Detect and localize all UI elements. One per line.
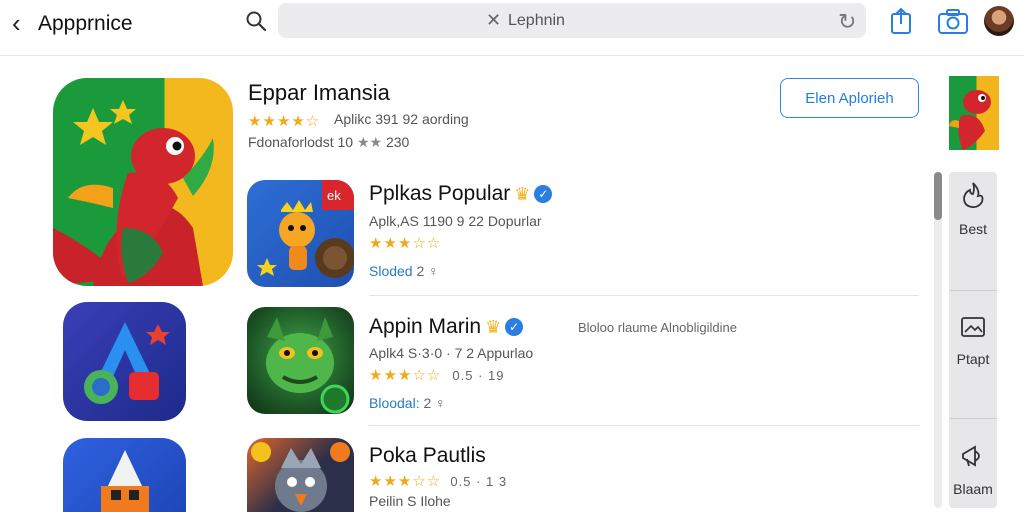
app-rating-stars: ★★★☆☆ 0.5 · 1 3 bbox=[369, 472, 507, 490]
featured-app-icon[interactable] bbox=[53, 78, 233, 286]
side-item-label: Best bbox=[958, 221, 987, 237]
app-subtitle: Peilin S Ilohe bbox=[369, 493, 451, 509]
featured-subtitle: Aplikc 391 92 aording bbox=[334, 111, 469, 127]
side-thumbnail[interactable] bbox=[949, 76, 999, 150]
side-item-blaam[interactable]: Blaam bbox=[949, 442, 997, 497]
divider bbox=[369, 425, 919, 426]
app-subtitle: Aplk4 S·3·0 · 7 2 Appurlao bbox=[369, 345, 534, 361]
left-app-icon-1[interactable] bbox=[63, 302, 186, 421]
app-link-meta: 2 ♀ bbox=[416, 263, 439, 279]
back-chevron-icon[interactable]: ‹ bbox=[12, 8, 21, 39]
crown-icon: ♛ bbox=[485, 317, 502, 337]
side-item-label: Blaam bbox=[953, 481, 993, 497]
search-value: Lephnin bbox=[508, 12, 565, 29]
app-link[interactable]: Bloodal: 2 ♀ bbox=[369, 395, 446, 411]
app-title: Appin Marin ♛ ✓ bbox=[369, 315, 524, 339]
divider bbox=[949, 418, 997, 419]
app-subtitle: Aplk,AS 1190 9 22 Dopurlar bbox=[369, 213, 542, 229]
app-rating-stars-text: ★★★☆☆ bbox=[369, 367, 442, 384]
image-icon bbox=[961, 317, 985, 337]
app-icon-3 bbox=[247, 438, 354, 512]
scrollbar-thumb[interactable] bbox=[934, 172, 942, 220]
app-title-text: Pplkas Popular bbox=[369, 182, 511, 205]
avatar[interactable] bbox=[984, 6, 1014, 36]
app-title-text: Appin Marin bbox=[369, 315, 482, 338]
left-app-icon-2[interactable] bbox=[63, 438, 186, 512]
app-rating-count: 0.5 · 19 bbox=[452, 368, 505, 383]
app-link-label: Bloodal: bbox=[369, 395, 420, 411]
divider bbox=[369, 295, 919, 296]
featured-meta-prefix: Fdonaforlodst 10 bbox=[248, 134, 354, 150]
back-label[interactable]: Appprnice bbox=[38, 12, 133, 36]
list-item[interactable]: ek Pplkas Popular ♛ ✓ Aplk,AS 1190 9 22 Do… bbox=[247, 180, 919, 296]
app-icon-1: ek bbox=[247, 180, 354, 287]
app-rating-stars-text: ★★★☆☆ bbox=[369, 473, 442, 490]
refresh-icon[interactable]: ↻ bbox=[838, 9, 856, 35]
app-link-meta: 2 ♀ bbox=[423, 395, 446, 411]
search-input[interactable]: ✕ Lephnin ↻ bbox=[278, 3, 866, 38]
share-icon[interactable] bbox=[886, 6, 916, 36]
app-title: Pplkas Popular ♛ ✓ bbox=[369, 182, 553, 206]
side-item-label: Ptapt bbox=[956, 351, 990, 367]
featured-rating-stars: ★★★★☆ bbox=[248, 113, 321, 130]
get-app-button[interactable]: Elen Aplorieh bbox=[780, 78, 919, 118]
camera-icon[interactable] bbox=[937, 6, 969, 36]
megaphone-icon bbox=[962, 445, 980, 467]
app-link-label: Sloded bbox=[369, 263, 413, 279]
side-item-best[interactable]: Best bbox=[949, 180, 997, 237]
verified-badge-icon: ✓ bbox=[505, 318, 524, 336]
app-rating-stars: ★★★☆☆ 0.5 · 19 bbox=[369, 366, 505, 384]
featured-meta-suffix: 230 bbox=[385, 134, 410, 150]
side-panel: Best Ptapt Blaam bbox=[949, 172, 997, 508]
top-bar: ‹ Appprnice ✕ Lephnin ↻ bbox=[0, 0, 1024, 56]
scrollbar[interactable] bbox=[934, 172, 942, 508]
featured-meta-stars: ★★ bbox=[356, 134, 383, 150]
verified-badge-icon: ✓ bbox=[534, 185, 553, 203]
divider bbox=[949, 290, 997, 291]
app-icon-1-tag: ek bbox=[327, 188, 341, 203]
app-icon-2 bbox=[247, 307, 354, 414]
list-item[interactable]: Poka Pautlis ★★★☆☆ 0.5 · 1 3 Peilin S Il… bbox=[247, 438, 919, 512]
clear-icon[interactable]: ✕ bbox=[486, 10, 501, 31]
featured-meta: Fdonaforlodst 10 ★★ 230 bbox=[248, 134, 409, 151]
app-description: Bloloo rlaume Alnobligildine bbox=[578, 320, 737, 335]
side-item-ptapt[interactable]: Ptapt bbox=[949, 314, 997, 367]
featured-app-title: Eppar Imansia bbox=[248, 80, 390, 105]
app-rating-stars: ★★★☆☆ bbox=[369, 235, 442, 252]
app-title: Poka Pautlis bbox=[369, 444, 486, 467]
crown-icon: ♛ bbox=[514, 184, 531, 204]
app-rating-count: 0.5 · 1 3 bbox=[450, 474, 508, 489]
search-icon[interactable] bbox=[244, 9, 268, 33]
app-link[interactable]: Sloded 2 ♀ bbox=[369, 263, 439, 279]
fire-icon bbox=[963, 182, 984, 209]
